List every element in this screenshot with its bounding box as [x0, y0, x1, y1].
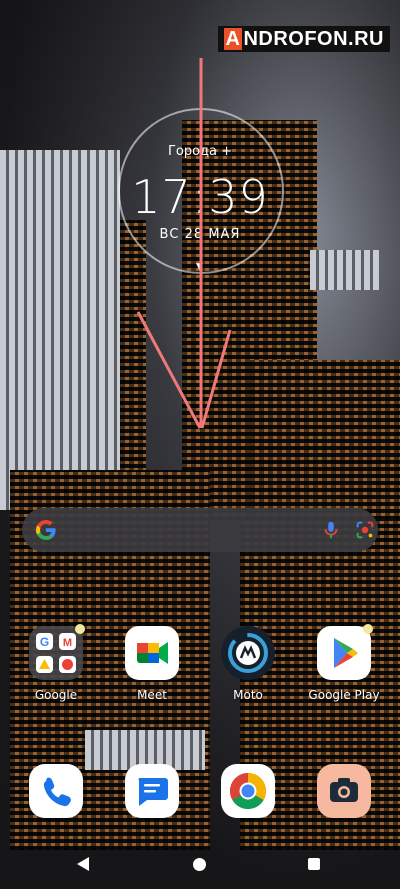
phone-icon [29, 764, 83, 818]
home-icon[interactable] [193, 858, 206, 871]
google-play-icon [317, 624, 373, 680]
app-moto[interactable]: Moto [208, 626, 288, 702]
arrow-head-left [136, 311, 202, 429]
svg-text:M: M [63, 637, 72, 649]
svg-text:G: G [40, 635, 49, 649]
home-screen: ANDROFON.RU Города + 17:39 ВС 28 МАЯ ▼ [0, 0, 400, 889]
notification-dot [75, 624, 85, 634]
google-search-bar[interactable] [22, 508, 378, 552]
dock-chrome[interactable] [208, 764, 288, 818]
dock-phone[interactable] [16, 764, 96, 818]
google-lens-icon[interactable] [354, 519, 376, 541]
moto-icon [221, 626, 275, 680]
app-label: Google [34, 688, 78, 702]
navigation-bar [0, 840, 400, 889]
recents-icon[interactable] [308, 858, 320, 870]
app-google-folder[interactable]: G M Google [16, 624, 96, 702]
microphone-icon[interactable] [320, 519, 342, 541]
dock-camera[interactable] [304, 764, 384, 818]
back-icon[interactable] [76, 856, 90, 872]
swipe-down-arrow [136, 58, 232, 429]
meet-icon [125, 626, 179, 680]
messages-icon [125, 764, 179, 818]
app-label: Moto [233, 688, 263, 702]
notification-dot [363, 624, 373, 634]
app-google-play[interactable]: Google Play [304, 624, 384, 702]
google-folder-icon: G M [29, 624, 85, 680]
google-g-icon [35, 520, 56, 540]
app-label: Google Play [308, 688, 380, 702]
chrome-icon [221, 764, 275, 818]
dock-messages[interactable] [112, 764, 192, 818]
app-label: Meet [137, 688, 167, 702]
camera-icon [317, 764, 371, 818]
app-meet[interactable]: Meet [112, 626, 192, 702]
arrow-head-right [200, 329, 232, 429]
